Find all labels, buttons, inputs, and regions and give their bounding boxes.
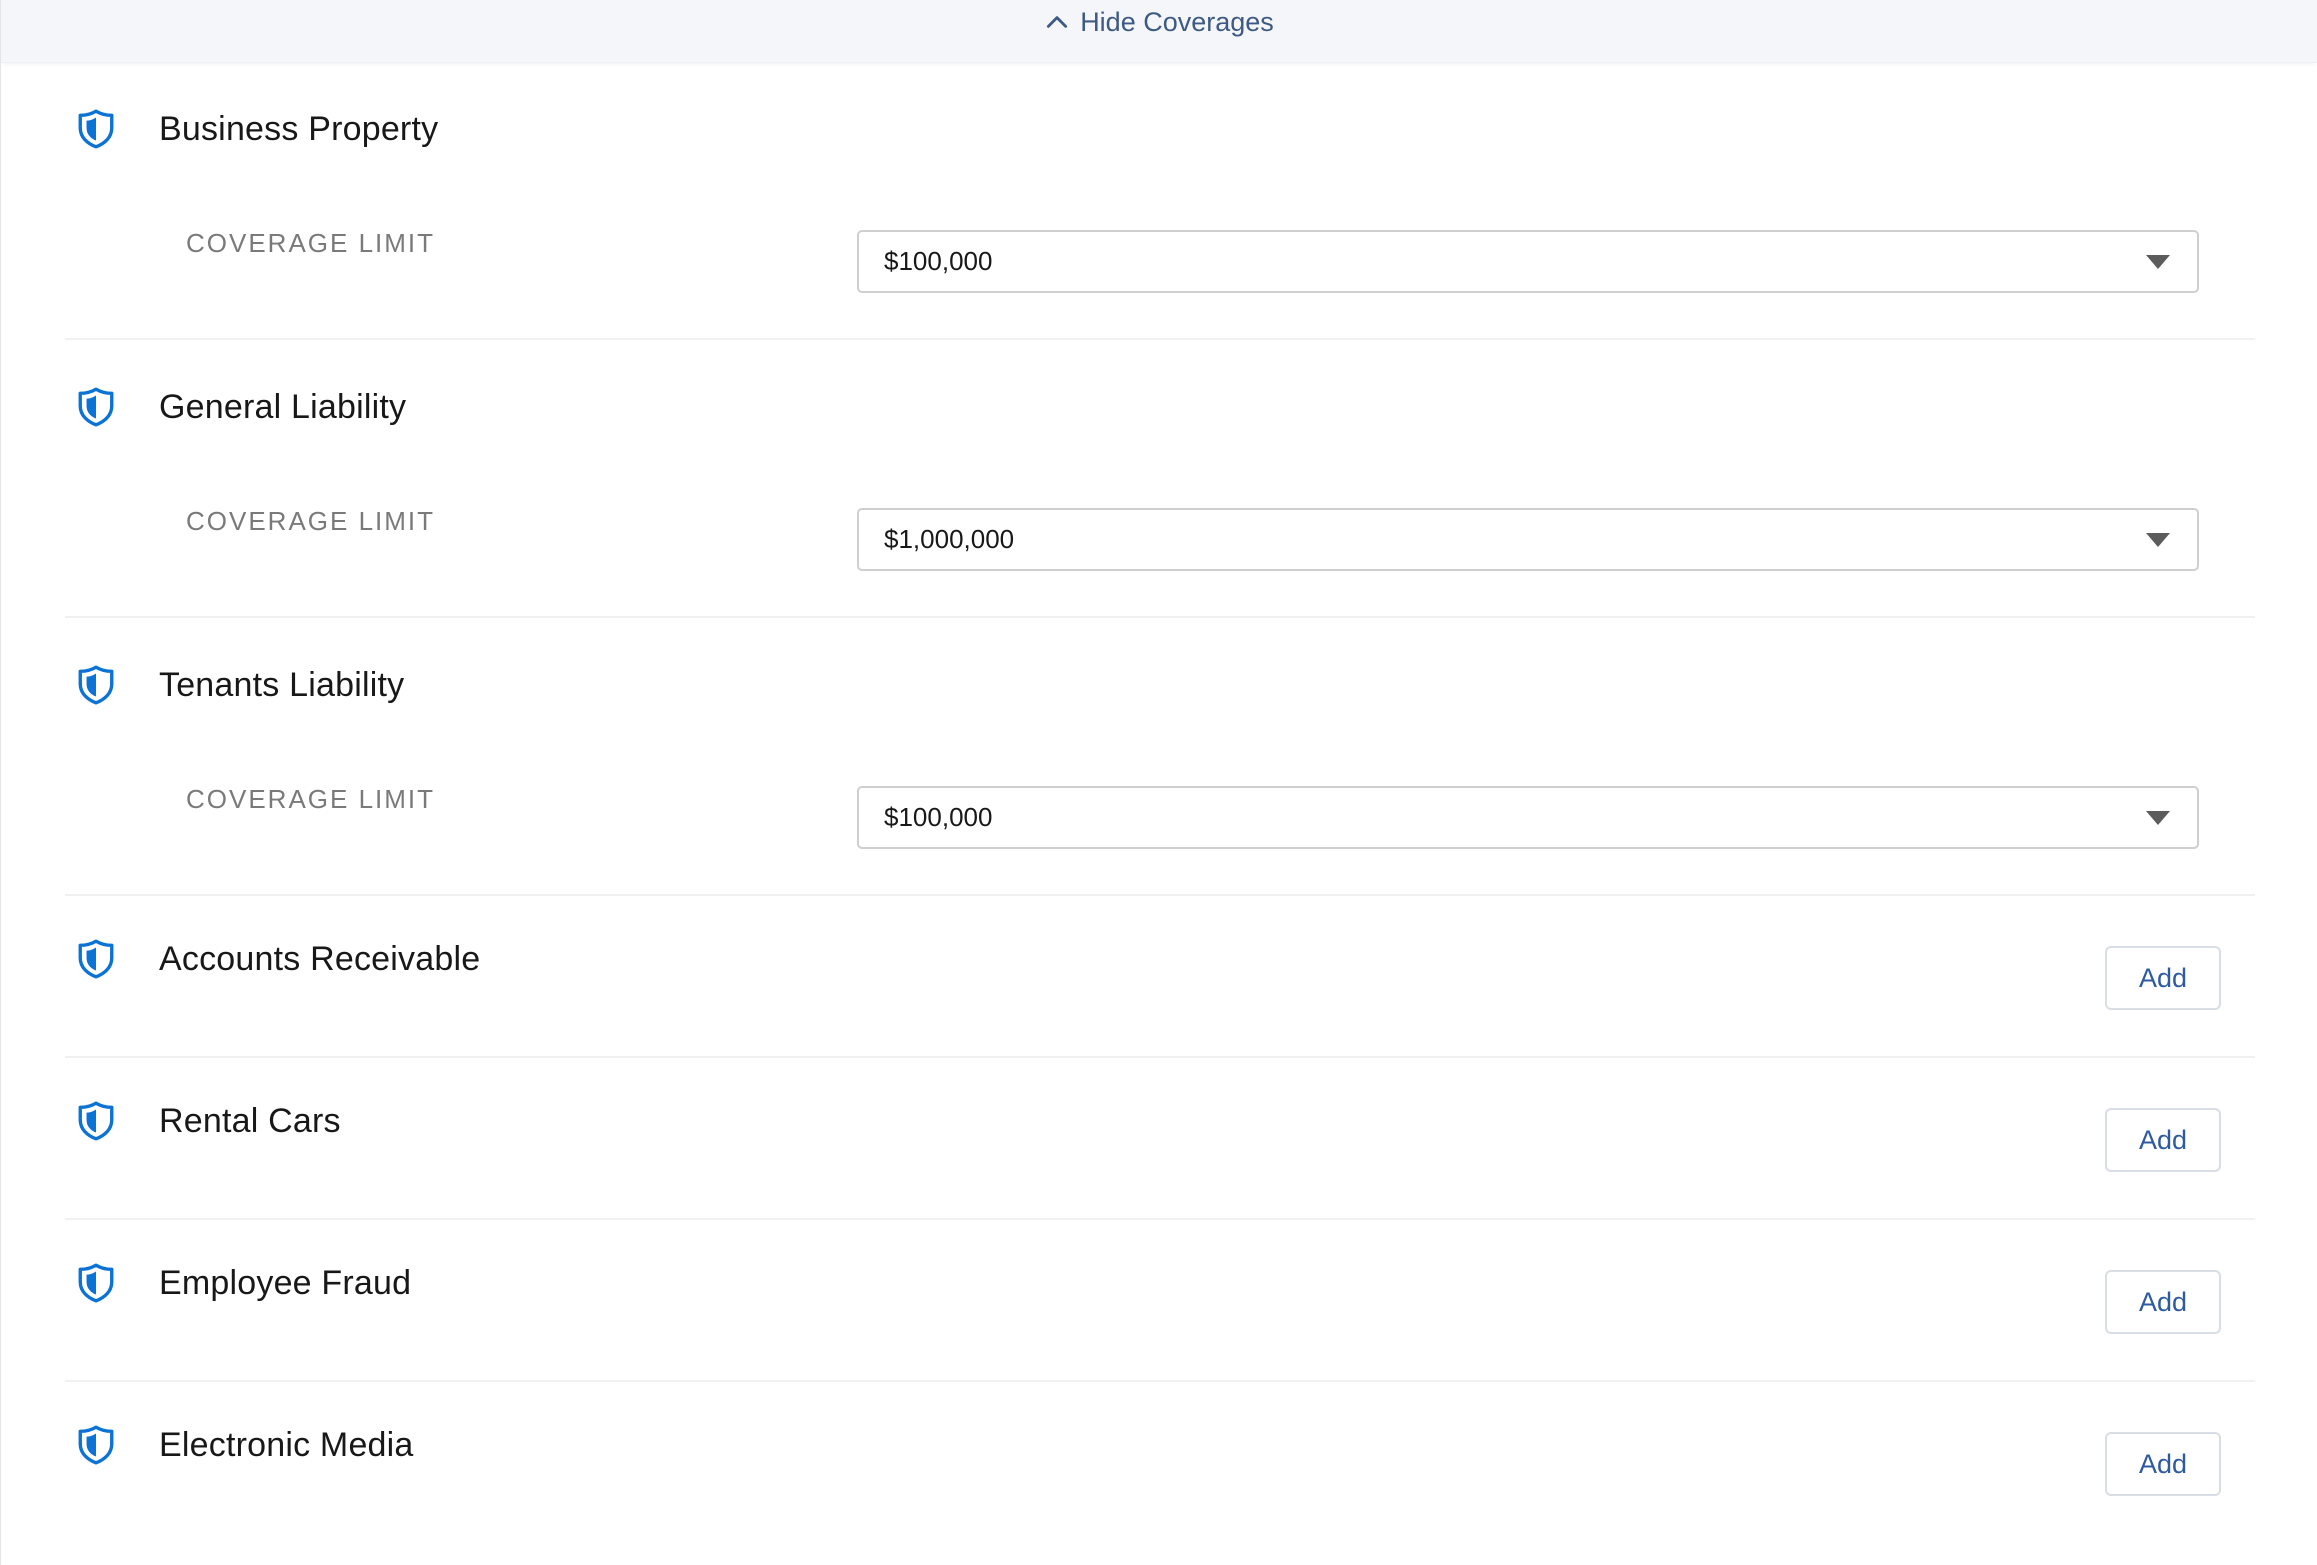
coverage-header: Accounts Receivable bbox=[75, 938, 480, 980]
coverage-limit-label: COVERAGE LIMIT bbox=[186, 228, 436, 258]
coverage-header: Tenants Liability bbox=[75, 664, 404, 706]
coverage-header: Business Property bbox=[75, 108, 438, 150]
coverage-title: Electronic Media bbox=[159, 1425, 414, 1464]
coverage-item-employee-fraud: Employee Fraud Add bbox=[65, 1220, 2255, 1382]
shield-icon bbox=[78, 109, 114, 149]
coverage-title: Accounts Receivable bbox=[159, 939, 481, 978]
coverage-title: General Liability bbox=[159, 387, 407, 426]
shield-icon bbox=[78, 939, 114, 979]
coverage-limit-select[interactable]: $1,000,000 bbox=[857, 508, 2199, 571]
coverage-limit-value: $100,000 bbox=[884, 246, 993, 276]
caret-down-icon bbox=[2146, 254, 2170, 269]
caret-down-icon bbox=[2146, 810, 2170, 825]
coverage-title: Rental Cars bbox=[159, 1101, 341, 1140]
shield-icon bbox=[78, 1263, 114, 1303]
coverage-header: Employee Fraud bbox=[75, 1262, 411, 1304]
coverage-limit-label: COVERAGE LIMIT bbox=[186, 784, 436, 814]
coverage-title: Tenants Liability bbox=[159, 665, 405, 704]
add-coverage-button[interactable]: Add bbox=[2105, 946, 2221, 1010]
caret-down-icon bbox=[2146, 532, 2170, 547]
shield-icon bbox=[78, 1425, 114, 1465]
add-coverage-button[interactable]: Add bbox=[2105, 1270, 2221, 1334]
coverage-title: Employee Fraud bbox=[159, 1263, 412, 1302]
coverage-item-tenants-liability: Tenants Liability COVERAGE LIMIT $100,00… bbox=[65, 618, 2255, 896]
chevron-up-icon bbox=[1047, 16, 1068, 28]
coverages-panel: Hide Coverages Business Property COVERAG… bbox=[0, 0, 2317, 1565]
hide-coverages-link[interactable]: Hide Coverages bbox=[1044, 7, 1274, 38]
shield-icon bbox=[78, 1101, 114, 1141]
coverage-item-accounts-receivable: Accounts Receivable Add bbox=[65, 896, 2255, 1058]
hide-coverages-label: Hide Coverages bbox=[1080, 6, 1274, 37]
add-coverage-button[interactable]: Add bbox=[2105, 1432, 2221, 1496]
coverage-limit-value: $1,000,000 bbox=[884, 524, 1015, 554]
coverage-item-rental-cars: Rental Cars Add bbox=[65, 1058, 2255, 1220]
coverage-header: Electronic Media bbox=[75, 1424, 414, 1466]
coverage-limit-select[interactable]: $100,000 bbox=[857, 230, 2199, 293]
coverages-toggle-bar: Hide Coverages bbox=[1, 0, 2317, 63]
shield-icon bbox=[78, 387, 114, 427]
coverage-header: Rental Cars bbox=[75, 1100, 341, 1142]
coverage-item-electronic-media: Electronic Media Add bbox=[65, 1382, 2255, 1544]
coverage-item-business-property: Business Property COVERAGE LIMIT $100,00… bbox=[65, 62, 2255, 340]
coverage-limit-select[interactable]: $100,000 bbox=[857, 786, 2199, 849]
coverage-title: Business Property bbox=[159, 109, 439, 148]
coverage-limit-label: COVERAGE LIMIT bbox=[186, 506, 436, 536]
coverage-header: General Liability bbox=[75, 386, 406, 428]
coverage-list: Business Property COVERAGE LIMIT $100,00… bbox=[65, 62, 2255, 1544]
coverage-item-general-liability: General Liability COVERAGE LIMIT $1,000,… bbox=[65, 340, 2255, 618]
shield-icon bbox=[78, 665, 114, 705]
add-coverage-button[interactable]: Add bbox=[2105, 1108, 2221, 1172]
coverage-limit-value: $100,000 bbox=[884, 802, 993, 832]
